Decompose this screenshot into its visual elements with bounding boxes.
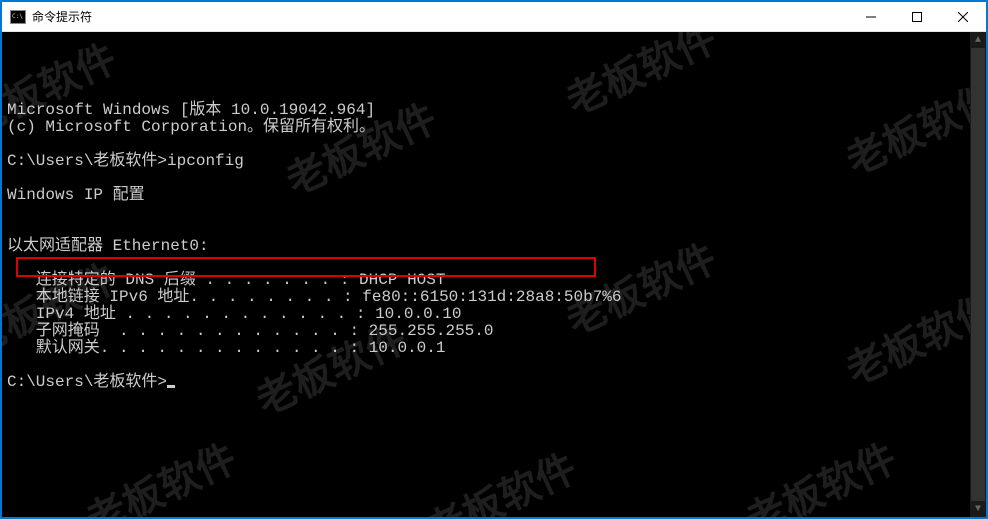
command-text: ipconfig (167, 152, 244, 170)
cmd-icon (10, 10, 26, 24)
dns-suffix-value: DHCP HOST (349, 271, 445, 289)
prompt-path-2: C:\Users\老板软件> (7, 373, 167, 391)
window-title: 命令提示符 (32, 8, 92, 25)
titlebar[interactable]: 命令提示符 (2, 2, 986, 32)
ipv6-value: fe80::6150:131d:28a8:50b7%6 (353, 288, 622, 306)
maximize-icon (912, 12, 922, 22)
terminal-output: Microsoft Windows [版本 10.0.19042.964] (c… (7, 102, 981, 391)
minimize-icon (866, 12, 876, 22)
scroll-up-icon[interactable]: ▲ (970, 32, 986, 48)
ipv6-label: 本地链接 IPv6 地址. . . . . . . . : (7, 288, 353, 306)
ipv4-value: 10.0.0.10 (365, 305, 461, 323)
gateway-value: 10.0.0.1 (359, 339, 445, 357)
adapter-header: 以太网适配器 Ethernet0: (7, 237, 209, 255)
dns-suffix-label: 连接特定的 DNS 后缀 . . . . . . . : (7, 271, 349, 289)
terminal-area[interactable]: 老板软件 老板软件 老板软件 老板软件 老板软件 老板软件 老板软件 老板软件 … (2, 32, 986, 517)
ipconfig-header: Windows IP 配置 (7, 186, 145, 204)
subnet-mask-value: 255.255.255.0 (359, 322, 493, 340)
cursor (167, 385, 175, 388)
vertical-scrollbar[interactable]: ▲ ▼ (970, 32, 986, 517)
gateway-label: 默认网关. . . . . . . . . . . . . : (7, 339, 359, 357)
window-controls (848, 2, 986, 31)
scrollbar-thumb[interactable] (971, 48, 985, 501)
ipv4-label: IPv4 地址 . . . . . . . . . . . . : (7, 305, 365, 323)
copyright-line: (c) Microsoft Corporation。保留所有权利。 (7, 118, 375, 136)
minimize-button[interactable] (848, 2, 894, 31)
subnet-mask-label: 子网掩码 . . . . . . . . . . . . : (7, 322, 359, 340)
prompt-path: C:\Users\老板软件> (7, 152, 167, 170)
scroll-down-icon[interactable]: ▼ (970, 501, 986, 517)
close-icon (958, 12, 968, 22)
maximize-button[interactable] (894, 2, 940, 31)
close-button[interactable] (940, 2, 986, 31)
cmd-window: 命令提示符 老板软件 老板软件 老板软件 老板软件 老板软件 老板软件 老板软件… (2, 2, 986, 517)
version-line: Microsoft Windows [版本 10.0.19042.964] (7, 101, 375, 119)
